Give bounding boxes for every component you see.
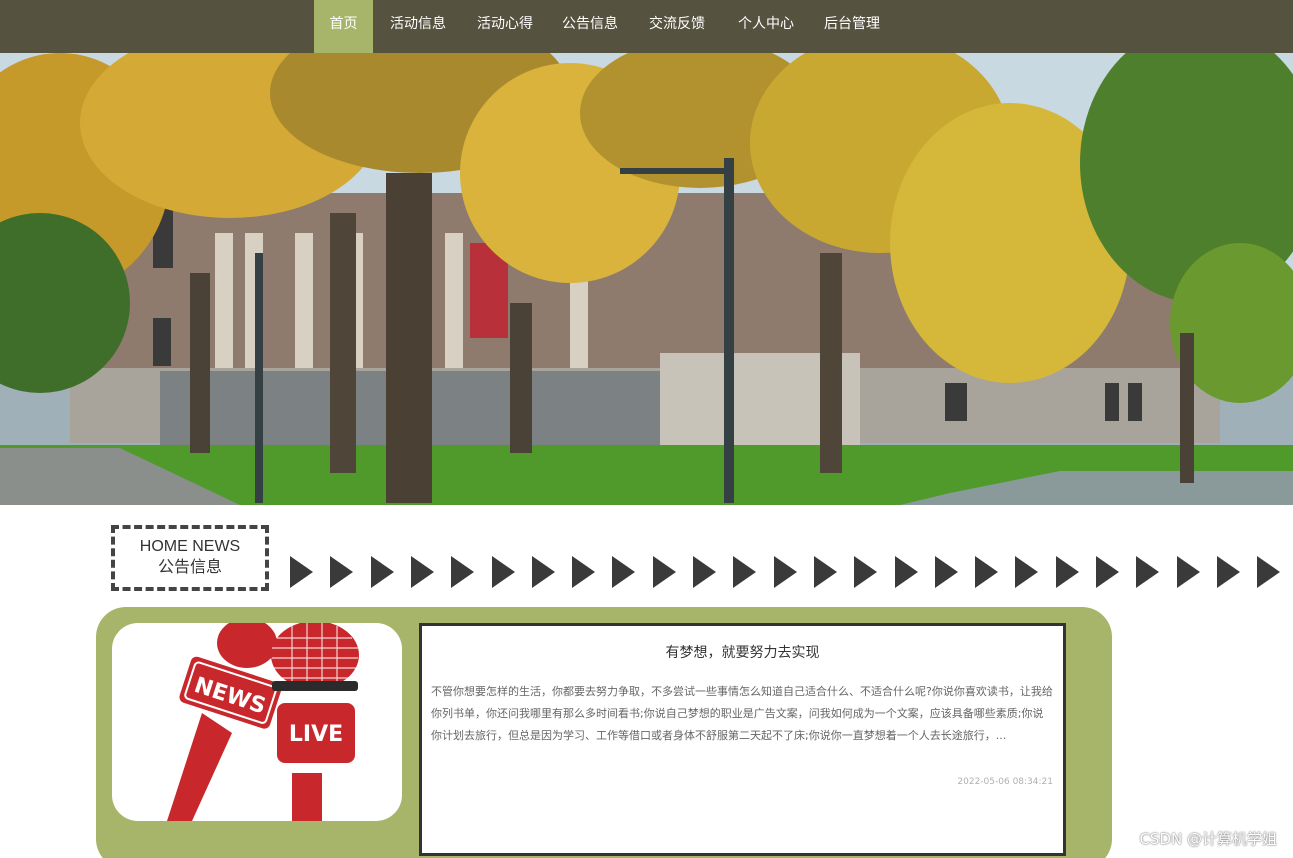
arrow-right-icon bbox=[693, 556, 716, 588]
nav-item-feedback[interactable]: 交流反馈 bbox=[633, 0, 721, 53]
arrow-right-icon bbox=[411, 556, 434, 588]
nav-list: 首页 活动信息 活动心得 公告信息 交流反馈 个人中心 后台管理 bbox=[314, 0, 893, 53]
news-timestamp: 2022-05-06 08:34:21 bbox=[957, 777, 1053, 787]
arrow-right-icon bbox=[653, 556, 676, 588]
nav-item-activity-info[interactable]: 活动信息 bbox=[373, 0, 463, 53]
news-content[interactable]: 有梦想，就要努力去实现 不管你想要怎样的生活，你都要去努力争取，不多尝试一些事情… bbox=[419, 623, 1066, 856]
arrow-right-icon bbox=[774, 556, 797, 588]
arrow-right-icon bbox=[1217, 556, 1240, 588]
nav-item-activity-experience[interactable]: 活动心得 bbox=[463, 0, 547, 53]
arrow-right-icon bbox=[492, 556, 515, 588]
arrow-right-icon bbox=[975, 556, 998, 588]
arrow-right-icon bbox=[854, 556, 877, 588]
arrow-right-icon bbox=[733, 556, 756, 588]
arrow-right-icon bbox=[532, 556, 555, 588]
arrow-right-icon bbox=[612, 556, 635, 588]
section-title-cn: 公告信息 bbox=[157, 557, 222, 576]
news-live-microphone-icon: NEWS LIVE bbox=[167, 623, 359, 821]
section-title-en: HOME NEWS bbox=[139, 538, 241, 555]
arrow-right-icon bbox=[1015, 556, 1038, 588]
arrow-right-icon bbox=[572, 556, 595, 588]
nav-item-admin[interactable]: 后台管理 bbox=[811, 0, 893, 53]
news-thumbnail[interactable]: NEWS LIVE bbox=[112, 623, 402, 821]
section-title-box: HOME NEWS 公告信息 bbox=[111, 525, 269, 591]
arrow-right-icon bbox=[371, 556, 394, 588]
nav-item-home[interactable]: 首页 bbox=[314, 0, 373, 53]
top-navbar: 首页 活动信息 活动心得 公告信息 交流反馈 个人中心 后台管理 bbox=[0, 0, 1293, 53]
nav-item-announcements[interactable]: 公告信息 bbox=[547, 0, 633, 53]
arrow-decoration-row bbox=[290, 556, 1293, 590]
campus-scene-image bbox=[0, 53, 1293, 505]
arrow-right-icon bbox=[451, 556, 474, 588]
nav-item-personal-center[interactable]: 个人中心 bbox=[721, 0, 811, 53]
arrow-right-icon bbox=[814, 556, 837, 588]
hero-carousel[interactable] bbox=[0, 53, 1293, 505]
arrow-right-icon bbox=[895, 556, 918, 588]
arrow-right-icon bbox=[1096, 556, 1119, 588]
watermark: CSDN @计算机学姐 bbox=[1139, 830, 1277, 848]
arrow-right-icon bbox=[1257, 556, 1280, 588]
arrow-right-icon bbox=[330, 556, 353, 588]
news-summary: 不管你想要怎样的生活，你都要去努力争取，不多尝试一些事情怎么知道自己适合什么、不… bbox=[431, 685, 1053, 742]
arrow-right-icon bbox=[1136, 556, 1159, 588]
mic-label-live: LIVE bbox=[289, 722, 343, 747]
arrow-right-icon bbox=[935, 556, 958, 588]
arrow-right-icon bbox=[290, 556, 313, 588]
news-title[interactable]: 有梦想，就要努力去实现 bbox=[422, 643, 1063, 663]
arrow-right-icon bbox=[1056, 556, 1079, 588]
arrow-right-icon bbox=[1177, 556, 1200, 588]
